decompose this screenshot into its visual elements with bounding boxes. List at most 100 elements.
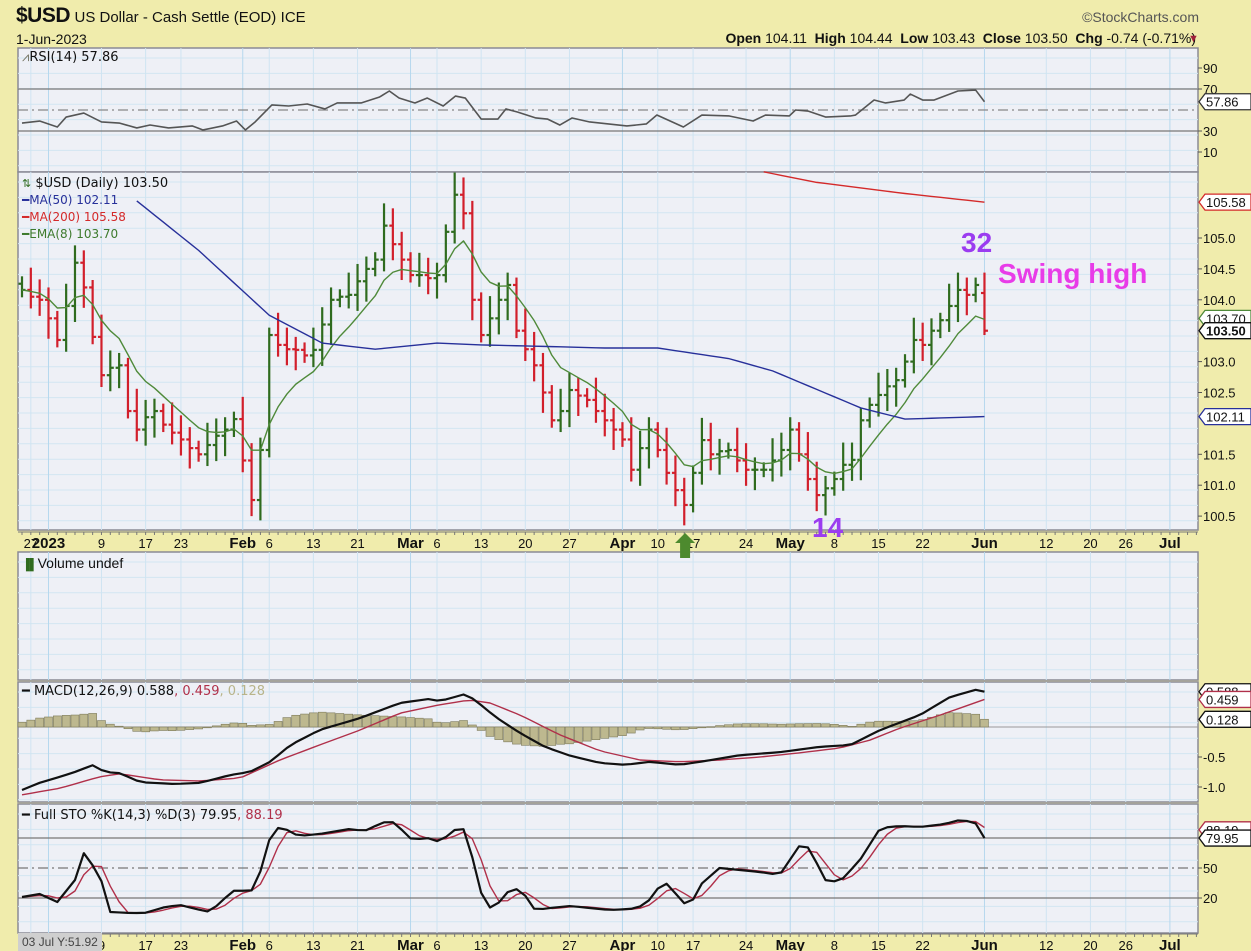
date-label: 27: [562, 536, 576, 551]
ema8-legend-text: EMA(8) 103.70: [29, 227, 119, 241]
macd-histogram-bar: [847, 726, 857, 728]
macd-histogram-bar: [17, 721, 27, 728]
date-label: Feb: [229, 937, 256, 951]
date-label: 6: [266, 536, 273, 551]
macd-tag: 0.459: [1206, 692, 1239, 707]
date-label: Jun: [971, 535, 998, 552]
date-label: 17: [138, 536, 152, 551]
date-label: 2023: [32, 535, 65, 552]
date-label: 13: [474, 536, 488, 551]
price-axis-label: 103.0: [1203, 355, 1236, 370]
macd-histogram-bar: [61, 715, 71, 728]
macd-histogram-bar: [679, 726, 689, 730]
price-tag: 105.58: [1206, 195, 1246, 210]
macd-histogram-bar: [256, 724, 265, 728]
macd-histogram-bar: [565, 726, 574, 745]
date-label: Jul: [1159, 937, 1181, 951]
macd-axis-label: -1.0: [1203, 780, 1225, 795]
macd-histogram-bar: [150, 726, 159, 732]
sto-axis-label: 20: [1203, 891, 1217, 906]
macd-histogram-bar: [618, 726, 627, 736]
volume-icon: ▐▌: [22, 559, 38, 571]
macd-histogram-bar: [865, 721, 874, 728]
macd-histogram-bar: [282, 717, 292, 728]
date-label: 21: [350, 938, 364, 951]
price-axis-label: 104.0: [1203, 293, 1236, 308]
price-tag: 103.50: [1206, 324, 1246, 339]
macd-histogram-bar: [132, 726, 142, 732]
macd-histogram-bar: [476, 726, 486, 731]
macd-histogram-bar: [582, 726, 592, 742]
macd-histogram-bar: [812, 723, 822, 728]
down-triangle-icon: ▼: [1188, 33, 1199, 45]
rsi-axis-label: 10: [1203, 145, 1217, 160]
macd-histogram-bar: [44, 716, 53, 728]
macd-histogram-bar: [211, 725, 221, 728]
macd-histogram-bar: [759, 723, 769, 728]
stockcharts-logo[interactable]: ©StockCharts.com: [1082, 9, 1199, 25]
open-label: Open: [725, 30, 762, 46]
macd-histogram-bar: [980, 718, 989, 728]
volume-legend: ▐▌Volume undef: [22, 555, 123, 571]
macd-histogram-bar: [609, 726, 618, 738]
date-label: 6: [266, 938, 273, 951]
close-label: Close: [982, 30, 1021, 46]
ma50-legend-text: MA(50) 102.11: [29, 193, 119, 207]
macd-histogram-bar: [114, 725, 124, 728]
date-label: 20: [518, 536, 532, 551]
macd-histogram-bar: [406, 717, 415, 728]
high-value: 104.44: [849, 30, 893, 46]
date-label: Mar: [397, 535, 424, 552]
price-tag: 102.11: [1206, 410, 1245, 425]
macd-histogram-bar: [503, 726, 512, 743]
low-value: 103.43: [932, 30, 975, 46]
macd-histogram-bar: [838, 725, 848, 728]
macd-histogram-bar: [485, 726, 495, 737]
macd-histogram-bar: [874, 720, 883, 728]
macd-histogram-bar: [494, 726, 504, 740]
macd-histogram-bar: [423, 718, 433, 728]
macd-histogram-bar: [247, 725, 256, 728]
macd-histogram-bar: [697, 726, 707, 729]
date-label: 24: [739, 536, 753, 551]
macd-histogram-bar: [123, 726, 133, 730]
price-axis-label: 100.5: [1203, 509, 1236, 524]
macd-histogram-bar: [141, 726, 150, 733]
price-axis-label: 104.5: [1203, 262, 1236, 277]
open-value: 104.11: [765, 30, 807, 46]
rsi-axis-label: 90: [1203, 61, 1217, 76]
price-legend: ⇅ $USD (Daily) 103.50: [22, 176, 168, 191]
price-axis-label: 101.5: [1203, 447, 1236, 462]
date-label: 23: [174, 938, 188, 951]
date-label: 21: [350, 536, 364, 551]
macd-histogram-bar: [309, 712, 318, 728]
price-axis-label: 102.5: [1203, 386, 1236, 401]
macd-histogram-bar: [203, 726, 212, 729]
date-label: 17: [686, 938, 700, 951]
date-label: May: [776, 535, 806, 552]
close-value: 103.50: [1024, 30, 1068, 46]
macd-hist-legend: , 0.128: [219, 684, 266, 699]
rsi-legend: ⩘RSI(14) 57.86: [22, 50, 119, 65]
macd-histogram-bar: [971, 713, 980, 728]
macd-histogram-bar: [194, 726, 203, 730]
ma200-legend: ━MA(200) 105.58: [22, 210, 126, 224]
ma200-legend-text: MA(200) 105.58: [29, 210, 126, 224]
macd-histogram-bar: [591, 726, 601, 741]
wave-count-low: 14: [812, 512, 844, 543]
macd-histogram-bar: [777, 723, 786, 728]
high-label: High: [814, 30, 846, 46]
date-label: 13: [306, 536, 320, 551]
macd-histogram-bar: [671, 726, 680, 731]
ma50-legend: ━MA(50) 102.11: [22, 193, 119, 207]
macd-histogram-bar: [953, 712, 963, 728]
date-label: 26: [1119, 536, 1133, 551]
macd-histogram-bar: [432, 721, 442, 728]
date-label: 8: [831, 938, 838, 951]
date-label: 20: [1083, 938, 1097, 951]
date-label: 9: [98, 536, 105, 551]
macd-histogram-bar: [158, 726, 168, 731]
macd-histogram-bar: [750, 723, 760, 728]
chart-date: 1-Jun-2023: [16, 31, 87, 47]
macd-histogram-bar: [803, 723, 813, 728]
